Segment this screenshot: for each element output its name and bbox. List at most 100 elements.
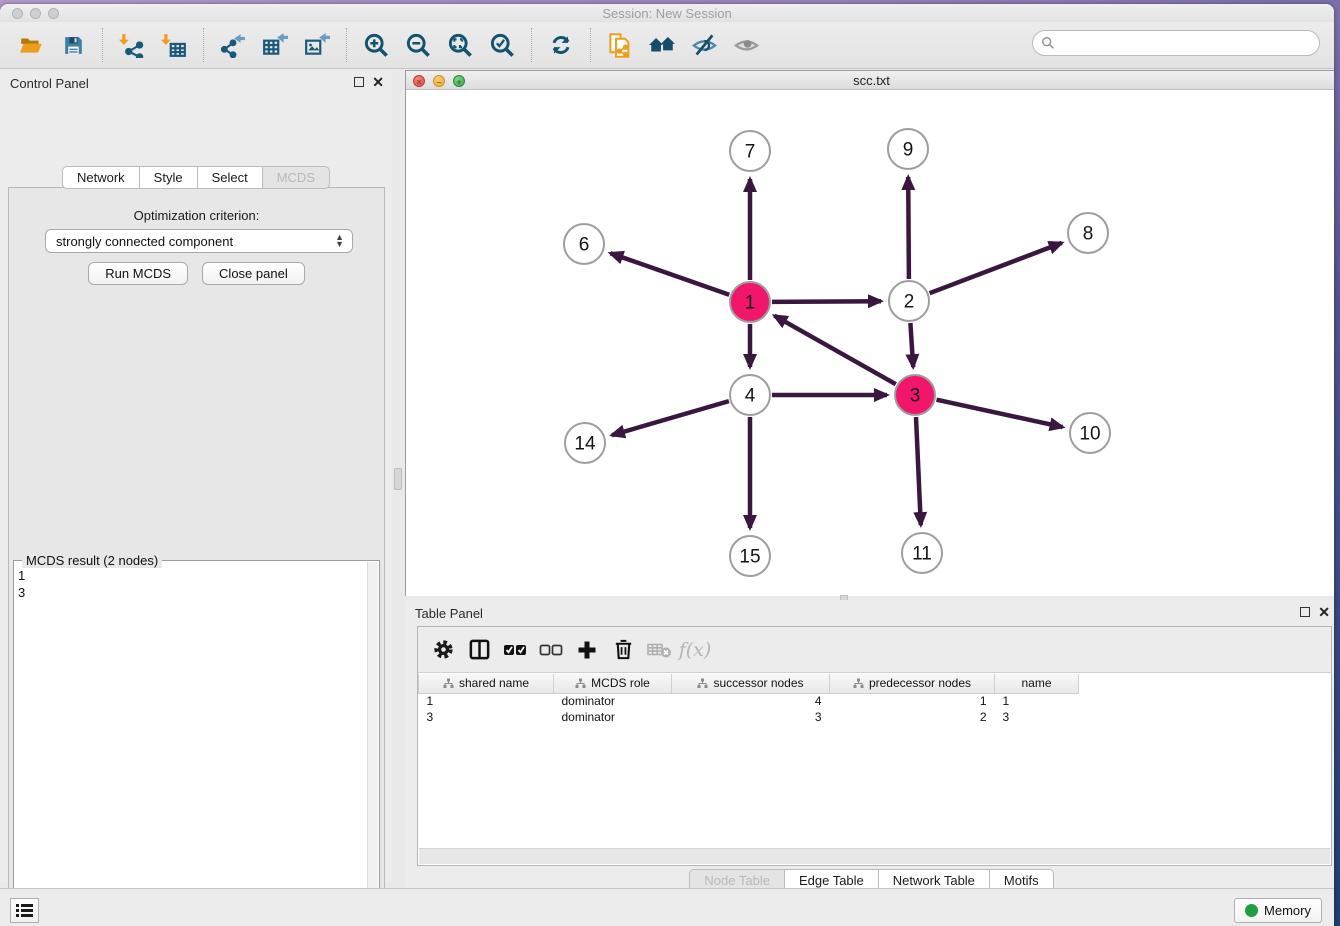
home-icon[interactable] — [645, 29, 679, 61]
tab-mcds[interactable]: MCDS — [263, 166, 330, 189]
import-network-icon[interactable] — [115, 29, 149, 61]
splitter-handle[interactable] — [394, 468, 402, 490]
graph-node-10[interactable]: 10 — [1070, 413, 1110, 453]
close-panel-icon[interactable]: ✕ — [372, 77, 384, 87]
zoom-fit-icon[interactable] — [443, 29, 477, 61]
svg-text:9: 9 — [903, 140, 914, 161]
graph-edge-4-14[interactable] — [612, 401, 729, 435]
mcds-result-text[interactable]: 1 3 — [18, 567, 25, 601]
delete-table-icon[interactable] — [644, 635, 674, 665]
column-header-shared-name[interactable]: shared name — [419, 674, 554, 693]
table-hscrollbar[interactable] — [419, 848, 1330, 864]
select-all-icon[interactable] — [500, 635, 530, 665]
memory-label: Memory — [1264, 903, 1311, 918]
optimization-criterion-select[interactable]: strongly connected component ▲▼ — [45, 229, 353, 253]
import-table-icon[interactable] — [157, 29, 191, 61]
export-table-icon[interactable] — [258, 29, 292, 61]
mcds-panel: Optimization criterion: strongly connect… — [8, 187, 385, 926]
show-panel-eye-icon[interactable] — [729, 29, 763, 61]
float-table-panel-icon[interactable] — [1300, 607, 1310, 617]
task-list-button[interactable] — [10, 898, 39, 923]
table-cell[interactable]: dominator — [554, 693, 672, 709]
export-image-icon[interactable] — [300, 29, 334, 61]
control-panel: Control Panel ✕ NetworkStyleSelectMCDS O… — [0, 70, 392, 882]
memory-status-icon — [1245, 904, 1258, 917]
graph-edge-2-9[interactable] — [908, 177, 909, 279]
function-builder-icon[interactable]: f(x) — [680, 635, 710, 665]
result-scrollbar[interactable] — [367, 562, 378, 916]
zoom-in-icon[interactable] — [359, 29, 393, 61]
float-panel-icon[interactable] — [354, 77, 364, 87]
tab-style[interactable]: Style — [140, 166, 198, 189]
close-panel-button[interactable]: Close panel — [202, 262, 305, 285]
graph-node-15[interactable]: 15 — [730, 536, 770, 576]
graph-node-4[interactable]: 4 — [730, 375, 770, 415]
vertical-splitter[interactable] — [392, 70, 405, 882]
graph-node-9[interactable]: 9 — [888, 129, 928, 169]
table-cell[interactable]: 1 — [995, 693, 1079, 709]
table-cell[interactable]: 3 — [672, 709, 830, 725]
save-session-icon[interactable] — [56, 29, 90, 61]
search-box — [1032, 30, 1320, 56]
table-cell[interactable]: 3 — [995, 709, 1079, 725]
network-window-titlebar: × – + scc.txt — [406, 71, 1334, 90]
delete-column-trash-icon[interactable] — [608, 635, 638, 665]
search-icon — [1041, 36, 1055, 50]
sort-tree-icon — [443, 678, 454, 689]
toolbar-separator — [590, 28, 591, 62]
table-cell[interactable]: dominator — [554, 709, 672, 725]
search-input[interactable] — [1055, 33, 1319, 53]
refresh-icon[interactable] — [544, 29, 578, 61]
mcds-result-group: MCDS result (2 nodes) 1 3 — [13, 560, 380, 926]
graph-node-14[interactable]: 14 — [565, 423, 605, 463]
tab-select[interactable]: Select — [198, 166, 263, 189]
deselect-all-icon[interactable] — [536, 635, 566, 665]
graph-node-3[interactable]: 3 — [895, 375, 935, 415]
sort-tree-icon — [697, 678, 708, 689]
graph-node-11[interactable]: 11 — [902, 533, 942, 573]
graph-edge-3-11[interactable] — [916, 417, 921, 525]
run-mcds-button[interactable]: Run MCDS — [88, 262, 188, 285]
table-cell[interactable]: 3 — [419, 709, 554, 725]
table-cell[interactable]: 4 — [672, 693, 830, 709]
zoom-selected-icon[interactable] — [485, 29, 519, 61]
hide-panel-eye-slash-icon[interactable] — [687, 29, 721, 61]
svg-text:15: 15 — [739, 547, 760, 568]
column-header-predecessor-nodes[interactable]: predecessor nodes — [830, 674, 995, 693]
svg-text:1: 1 — [745, 293, 756, 314]
close-table-panel-icon[interactable]: ✕ — [1318, 607, 1330, 617]
table-settings-gear-icon[interactable] — [428, 635, 458, 665]
table-cell[interactable]: 1 — [830, 693, 995, 709]
graph-edge-1-6[interactable] — [610, 253, 729, 295]
graph-edge-3-10[interactable] — [937, 400, 1063, 427]
graph-edge-3-1[interactable] — [774, 316, 895, 385]
list-icon — [16, 903, 33, 918]
memory-button[interactable]: Memory — [1234, 898, 1322, 923]
zoom-out-icon[interactable] — [401, 29, 435, 61]
table-panel: Table Panel ✕ — [405, 600, 1334, 892]
svg-text:14: 14 — [574, 434, 596, 455]
column-header-mcds-role[interactable]: MCDS role — [554, 674, 672, 693]
column-view-icon[interactable] — [464, 635, 494, 665]
table-row[interactable]: 1dominator411 — [419, 693, 1079, 709]
graph-edge-2-8[interactable] — [930, 243, 1062, 293]
network-canvas[interactable]: 1 2 3 4 6 7 8 9 10 11 14 15 — [406, 91, 1334, 596]
graph-node-6[interactable]: 6 — [564, 224, 604, 264]
graph-node-8[interactable]: 8 — [1068, 213, 1108, 253]
export-network-icon[interactable] — [216, 29, 250, 61]
main-toolbar — [0, 22, 1334, 69]
table-cell[interactable]: 1 — [419, 693, 554, 709]
graph-node-2[interactable]: 2 — [889, 281, 929, 321]
open-session-icon[interactable] — [14, 29, 48, 61]
graph-node-7[interactable]: 7 — [730, 131, 770, 171]
table-cell[interactable]: 2 — [830, 709, 995, 725]
column-header-successor-nodes[interactable]: successor nodes — [672, 674, 830, 693]
graph-node-1[interactable]: 1 — [730, 282, 770, 322]
table-row[interactable]: 3dominator323 — [419, 709, 1079, 725]
add-column-plus-icon[interactable] — [572, 635, 602, 665]
clone-network-icon[interactable] — [603, 29, 637, 61]
tab-network[interactable]: Network — [62, 166, 140, 189]
graph-edge-2-3[interactable] — [910, 323, 913, 367]
column-header-name[interactable]: name — [995, 674, 1079, 693]
graph-edge-1-2[interactable] — [772, 301, 881, 302]
